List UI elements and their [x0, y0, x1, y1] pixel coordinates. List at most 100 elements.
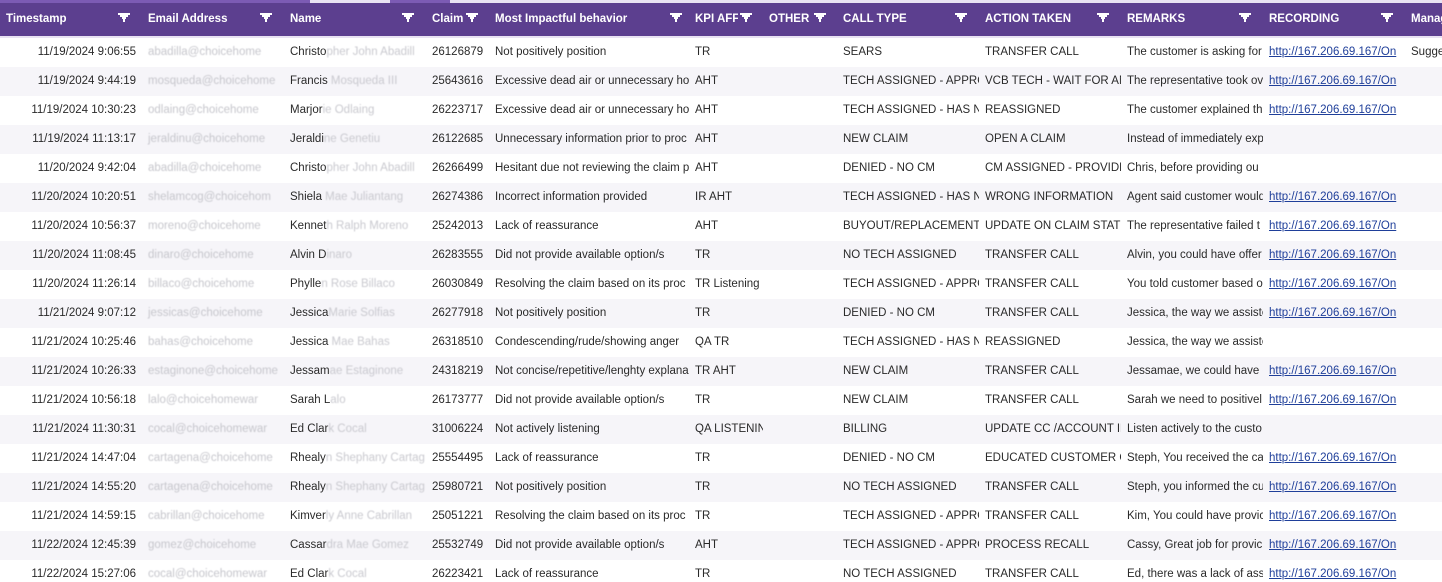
cell-other — [763, 212, 837, 241]
cell-remarks: You told customer based o — [1127, 278, 1263, 290]
cell-action: TRANSFER CALL — [985, 278, 1079, 290]
filter-icon[interactable] — [466, 13, 478, 23]
cell-other — [763, 502, 837, 531]
cell-recording — [1263, 154, 1405, 183]
name-visible: Sarah L — [290, 394, 331, 406]
column-header-remarks[interactable]: REMARKS — [1121, 3, 1237, 36]
cell-recording[interactable]: http://167.206.69.167/On — [1263, 386, 1405, 415]
cell-claim: 26030849 — [432, 278, 484, 290]
column-header-kpi[interactable]: KPI AFFE — [689, 3, 738, 36]
cell-recording[interactable]: http://167.206.69.167/On — [1263, 38, 1405, 67]
filter-icon[interactable] — [260, 13, 272, 23]
cell-recording[interactable]: http://167.206.69.167/On — [1263, 444, 1405, 473]
cell-manager — [1405, 386, 1442, 415]
name-visible: Jeraldi — [290, 133, 324, 145]
cell-email: abadilla@choicehome — [148, 46, 262, 58]
cell-behavior: Lack of reassurance — [495, 220, 599, 232]
cell-recording[interactable]: http://167.206.69.167/On — [1263, 183, 1405, 212]
name-visible: Kimver — [290, 510, 326, 522]
cell-email: jessicas@choicehome — [148, 307, 263, 319]
cell-remarks: Chris, before providing ou — [1127, 162, 1259, 174]
cell-behavior: Hesitant due not reviewing the claim p — [495, 162, 689, 174]
cell-remarks: Cassy, Great job for provic — [1127, 539, 1263, 551]
cell-remarks: The customer is asking for — [1127, 46, 1262, 58]
cell-calltype: TECH ASSIGNED - APPROVE — [843, 278, 979, 290]
cell-calltype: DENIED - NO CM — [843, 452, 935, 464]
cell-recording[interactable]: http://167.206.69.167/On — [1263, 299, 1405, 328]
cell-name: Cassardra Mae Gomez — [284, 531, 426, 560]
name-redacted: k Cocal — [328, 568, 367, 580]
cell-recording[interactable]: http://167.206.69.167/On — [1263, 473, 1405, 502]
filter-icon[interactable] — [402, 13, 414, 23]
name-visible: Cassar — [290, 539, 327, 551]
cell-action: TRANSFER CALL — [985, 249, 1079, 261]
cell-timestamp: 11/20/2024 11:08:45 — [32, 249, 136, 261]
name-redacted: k Cocal — [328, 423, 367, 435]
cell-recording[interactable]: http://167.206.69.167/On — [1263, 270, 1405, 299]
column-header-name[interactable]: Name — [284, 3, 400, 36]
cell-other — [763, 328, 837, 357]
cell-kpi: TR — [695, 394, 711, 406]
column-header-timestamp[interactable]: Timestamp — [0, 3, 116, 36]
cell-kpi: TR Listening — [695, 278, 760, 290]
cell-claim: 26223421 — [432, 568, 484, 580]
cell-remarks: Jessica, the way we assiste — [1127, 336, 1263, 348]
filter-icon[interactable] — [1239, 13, 1251, 23]
cell-calltype: BILLING — [843, 423, 888, 435]
cell-action: TRANSFER CALL — [985, 307, 1079, 319]
cell-recording[interactable]: http://167.206.69.167/On — [1263, 560, 1405, 582]
cell-recording[interactable]: http://167.206.69.167/On — [1263, 212, 1405, 241]
column-header-action[interactable]: ACTION TAKEN — [979, 3, 1095, 36]
filter-icon[interactable] — [118, 13, 130, 23]
cell-name: Jessamae Estaginone — [284, 357, 426, 386]
cell-recording[interactable]: http://167.206.69.167/On — [1263, 96, 1405, 125]
column-header-claim[interactable]: Claim — [426, 3, 464, 36]
cell-other — [763, 415, 837, 444]
filter-icon[interactable] — [955, 13, 967, 23]
cell-other — [763, 386, 837, 415]
cell-name: Rhealyn Shephany Cartag — [284, 444, 426, 473]
cell-name: Marjorie Odlaing — [284, 96, 426, 125]
column-header-calltype[interactable]: CALL TYPE — [837, 3, 953, 36]
column-header-manager[interactable]: Manag — [1405, 3, 1442, 36]
column-header-behavior[interactable]: Most Impactful behavior — [489, 3, 668, 36]
cell-name: Christopher John Abadill — [284, 154, 426, 183]
table-row: 11/19/2024 11:13:17 jeraldinu@choicehome J… — [0, 125, 1442, 154]
cell-timestamp: 11/20/2024 10:56:37 — [31, 220, 136, 232]
cell-kpi: QA TR — [695, 336, 730, 348]
name-redacted: n Rose Billaco — [321, 278, 395, 290]
cell-timestamp: 11/19/2024 9:06:55 — [37, 46, 136, 58]
cell-claim: 26277918 — [432, 307, 484, 319]
filter-icon[interactable] — [1097, 13, 1109, 23]
column-header-recording[interactable]: RECORDING — [1263, 3, 1379, 36]
cell-other — [763, 473, 837, 502]
cell-timestamp: 11/21/2024 14:59:15 — [31, 510, 136, 522]
cell-recording[interactable]: http://167.206.69.167/On — [1263, 357, 1405, 386]
table-row: 11/19/2024 9:06:55 abadilla@choicehome Chr… — [0, 38, 1442, 67]
column-header-other[interactable]: OTHER K — [763, 3, 812, 36]
cell-manager — [1405, 183, 1442, 212]
cell-email: odlaing@choicehome — [148, 104, 259, 116]
filter-icon[interactable] — [814, 13, 826, 23]
cell-recording[interactable]: http://167.206.69.167/On — [1263, 67, 1405, 96]
table-row: 11/19/2024 10:30:23 odlaing@choicehome Mar… — [0, 96, 1442, 125]
table-row: 11/21/2024 10:25:46 bahas@choicehome Jessi… — [0, 328, 1442, 357]
cell-other — [763, 183, 837, 212]
cell-action: PROCESS RECALL — [985, 539, 1090, 551]
name-visible: Shiela — [290, 191, 322, 203]
cell-name: Alvin Dinaro — [284, 241, 426, 270]
column-header-email[interactable]: Email Address — [142, 3, 258, 36]
cell-kpi: AHT — [695, 162, 718, 174]
filter-icon[interactable] — [1381, 13, 1393, 23]
cell-recording[interactable]: http://167.206.69.167/On — [1263, 502, 1405, 531]
cell-kpi: TR — [695, 307, 711, 319]
filter-icon[interactable] — [670, 13, 682, 23]
filter-icon[interactable] — [740, 13, 752, 23]
name-redacted: pher John Abadill — [326, 46, 415, 58]
cell-action: EDUCATED CUSTOMER ON C — [985, 452, 1121, 464]
cell-email: cartagena@choicehome — [148, 452, 273, 464]
cell-recording[interactable]: http://167.206.69.167/On — [1263, 241, 1405, 270]
cell-remarks: Jessamae, we could have o — [1127, 365, 1263, 377]
cell-other — [763, 96, 837, 125]
cell-recording[interactable]: http://167.206.69.167/On — [1263, 531, 1405, 560]
